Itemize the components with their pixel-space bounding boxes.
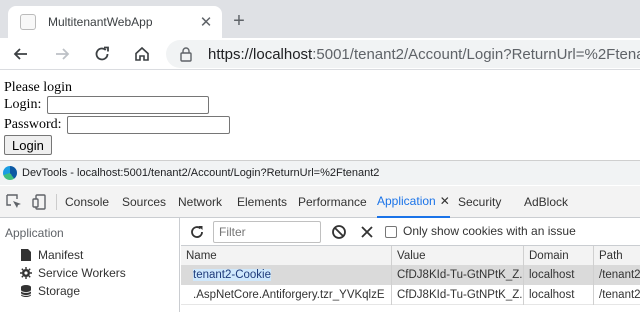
tab-elements[interactable]: Elements (237, 186, 287, 218)
filter-input[interactable] (213, 221, 321, 243)
back-icon[interactable] (9, 42, 33, 66)
login-button[interactable]: Login (4, 135, 52, 155)
tab-close-icon[interactable]: ✕ (196, 12, 216, 32)
tab-application[interactable]: Application ✕ (377, 186, 450, 218)
only-issues-label: Only show cookies with an issue (403, 224, 576, 238)
tab-adblock[interactable]: AdBlock (524, 186, 568, 218)
browser-toolbar: https://localhost:5001/tenant2/Account/L… (0, 38, 640, 70)
gear-icon (20, 267, 32, 279)
device-toolbar-icon[interactable] (31, 193, 49, 211)
url-text: https://localhost:5001/tenant2/Account/L… (208, 46, 640, 63)
tab-application-label: Application (377, 194, 436, 208)
tab-network[interactable]: Network (178, 186, 222, 218)
database-icon (20, 285, 32, 297)
cookie-table: Name Value Domain Path tenant2-Cookie Cf… (181, 246, 640, 312)
tab-performance[interactable]: Performance (298, 186, 367, 218)
login-label: Login: (4, 97, 42, 112)
home-icon[interactable] (130, 42, 154, 66)
lock-icon[interactable] (178, 46, 194, 62)
page-favicon-icon (20, 14, 36, 30)
column-header-domain[interactable]: Domain (524, 246, 594, 266)
cookie-value-cell: CfDJ8KId-Tu-GtNPtK_Z... (392, 265, 524, 285)
refresh-icon[interactable] (189, 224, 205, 243)
browser-tab[interactable]: MultitenantWebApp ✕ (8, 6, 222, 38)
tab-security[interactable]: Security (458, 186, 501, 218)
sidebar-item-storage[interactable]: Storage (20, 282, 80, 300)
table-row[interactable]: tenant2-Cookie CfDJ8KId-Tu-GtNPtK_Z... l… (181, 265, 640, 285)
devtools-tab-bar: Console Sources Network Elements Perform… (0, 186, 640, 218)
close-tab-icon[interactable]: ✕ (440, 194, 450, 208)
tab-title: MultitenantWebApp (48, 15, 153, 29)
devtools-sidebar: Application Manifest Service Workers Sto… (0, 218, 180, 312)
cookie-filter-bar: Only show cookies with an issue (181, 218, 640, 246)
cookie-path-cell: /tenant2 (599, 289, 640, 301)
devtools-title: DevTools - localhost:5001/tenant2/Accoun… (22, 167, 380, 179)
address-bar[interactable]: https://localhost:5001/tenant2/Account/L… (166, 40, 640, 68)
cookie-domain-cell: localhost (524, 285, 594, 305)
sidebar-item-label: Service Workers (38, 266, 126, 280)
tab-console[interactable]: Console (65, 186, 109, 218)
document-icon (21, 249, 31, 261)
table-header-row: Name Value Domain Path (181, 246, 640, 266)
url-host: https://localhost (208, 45, 313, 63)
page-heading: Please login (4, 80, 73, 95)
toolbar-divider (56, 194, 57, 210)
edge-logo-icon (3, 166, 17, 180)
cookie-value-cell: CfDJ8KId-Tu-GtNPtK_Z... (392, 285, 524, 305)
only-issues-checkbox[interactable] (385, 226, 397, 238)
clear-all-icon[interactable] (331, 224, 347, 243)
sidebar-item-service-workers[interactable]: Service Workers (20, 264, 126, 282)
sidebar-header: Application (5, 226, 64, 240)
url-path: :5001/tenant2/Account/Login?ReturnUrl=%2… (312, 45, 640, 63)
forward-icon[interactable] (50, 42, 74, 66)
table-row[interactable]: .AspNetCore.Antiforgery.tzr_YVKqlzE CfDJ… (181, 285, 640, 305)
delete-selected-icon[interactable] (359, 224, 375, 243)
tab-sources[interactable]: Sources (122, 186, 166, 218)
web-page: Please login Login: Password: Login (0, 71, 640, 155)
cookie-path-cell: /tenant2 (599, 269, 640, 281)
password-input[interactable] (67, 116, 230, 134)
password-label: Password: (4, 117, 62, 132)
reload-icon[interactable] (90, 42, 114, 66)
inspect-element-icon[interactable] (5, 193, 23, 211)
new-tab-icon[interactable]: + (228, 10, 250, 32)
login-input[interactable] (47, 96, 209, 114)
cookie-domain-cell: localhost (524, 265, 594, 285)
sidebar-item-label: Storage (38, 284, 81, 298)
devtools-title-bar: DevTools - localhost:5001/tenant2/Accoun… (0, 160, 640, 185)
browser-tab-strip: MultitenantWebApp ✕ + (0, 0, 640, 38)
column-header-path[interactable]: Path (594, 246, 640, 266)
column-header-value[interactable]: Value (392, 246, 524, 266)
sidebar-item-label: Manifest (38, 248, 84, 262)
column-header-name[interactable]: Name (181, 246, 392, 266)
sidebar-item-manifest[interactable]: Manifest (20, 246, 83, 264)
cookie-name-cell: .AspNetCore.Antiforgery.tzr_YVKqlzE (181, 285, 392, 305)
cookie-name-selected-text: tenant2-Cookie (193, 269, 271, 281)
cookie-name-cell: tenant2-Cookie (181, 265, 392, 285)
